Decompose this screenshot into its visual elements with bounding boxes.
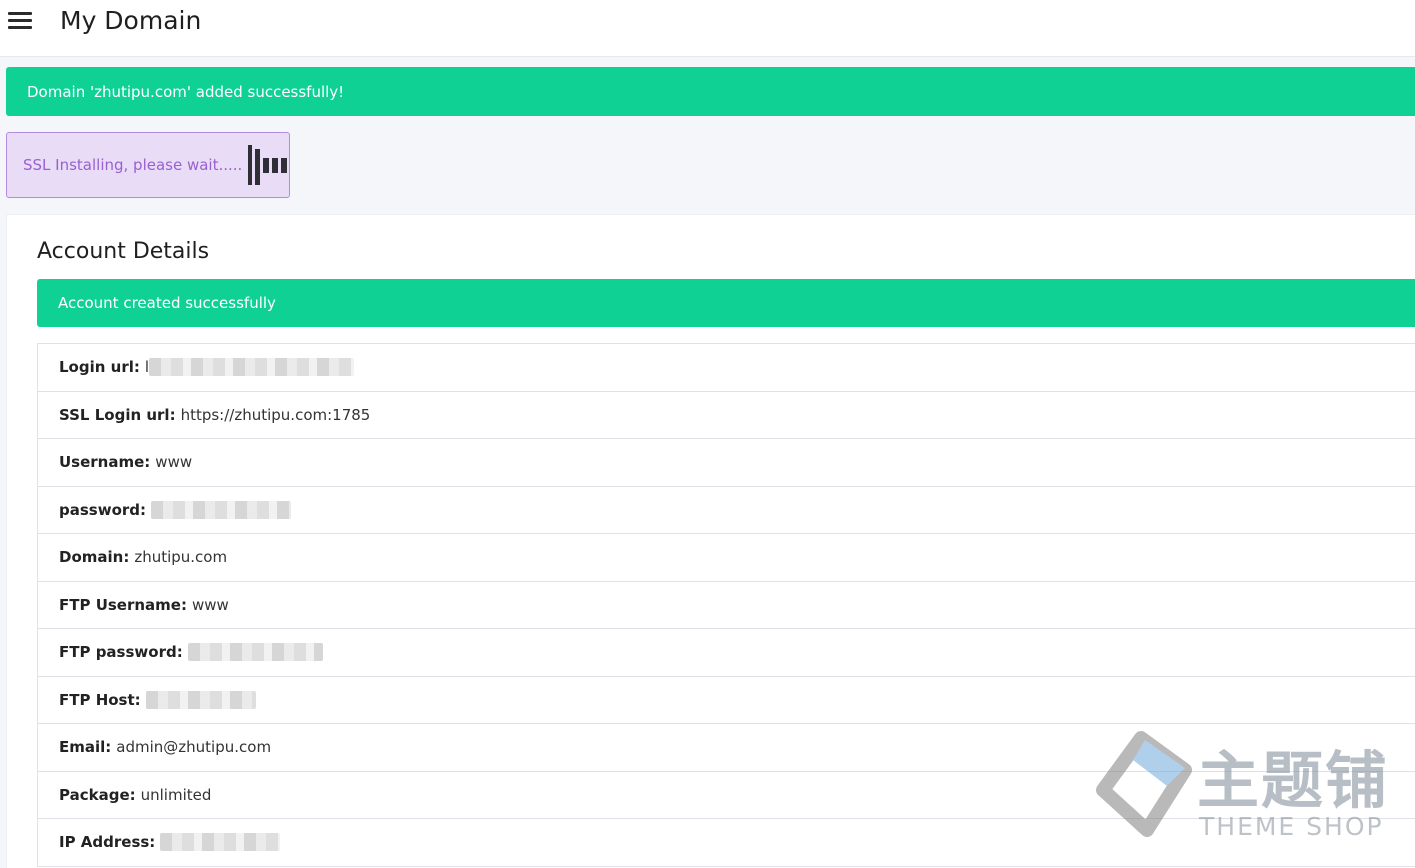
detail-label: FTP password: xyxy=(59,643,183,662)
detail-row-domain: Domain: zhutipu.com xyxy=(38,534,1415,582)
ssl-installing-notice: SSL Installing, please wait..... xyxy=(6,132,290,198)
detail-value: admin@zhutipu.com xyxy=(116,738,272,757)
detail-label: Username: xyxy=(59,453,151,472)
detail-row-ssl-login-url: SSL Login url: https://zhutipu.com:1785 xyxy=(38,392,1415,439)
domain-added-alert: Domain 'zhutipu.com' added successfully! xyxy=(6,67,1415,116)
detail-label: FTP Username: xyxy=(59,595,187,614)
detail-value: https://zhutipu.com:1785 xyxy=(180,405,371,424)
account-created-alert: Account created successfully xyxy=(37,279,1415,327)
detail-label: Domain: xyxy=(59,548,130,567)
detail-row-ftp-username: FTP Username: www xyxy=(38,582,1415,629)
loading-spinner-icon xyxy=(248,145,288,185)
detail-label: Package: xyxy=(59,785,136,804)
zhutipu-logo-icon xyxy=(1096,731,1192,837)
detail-label: password: xyxy=(59,500,147,519)
watermark-english-text: THEME SHOP xyxy=(1199,812,1384,841)
detail-value: www xyxy=(155,453,193,472)
watermark-chinese-text: 主题铺 xyxy=(1197,744,1390,817)
redacted-value xyxy=(187,643,323,662)
redacted-value xyxy=(160,833,281,852)
redacted-value xyxy=(151,500,292,519)
page-title: My Domain xyxy=(60,6,202,35)
detail-value: zhutipu.com xyxy=(134,548,228,567)
detail-label: IP Address: xyxy=(59,833,156,852)
top-bar: My Domain xyxy=(0,0,1415,57)
account-details-title: Account Details xyxy=(37,239,210,264)
detail-row-ftp-host: FTP Host: xyxy=(38,677,1415,724)
hamburger-menu-icon[interactable] xyxy=(8,12,34,32)
detail-row-ftp-password: FTP password: xyxy=(38,629,1415,677)
detail-value: www xyxy=(191,595,229,614)
detail-label: Email: xyxy=(59,738,112,757)
detail-row-login-url: Login url: l xyxy=(38,344,1415,392)
detail-row-password: password: xyxy=(38,487,1415,534)
redacted-value xyxy=(149,358,355,377)
redacted-value xyxy=(145,690,256,709)
detail-row-username: Username: www xyxy=(38,439,1415,487)
detail-label: Login url: xyxy=(59,358,140,377)
detail-value: unlimited xyxy=(140,785,212,804)
detail-label: FTP Host: xyxy=(59,690,141,709)
detail-label: SSL Login url: xyxy=(59,405,176,424)
watermark: 主题铺 THEME SHOP xyxy=(1093,730,1393,842)
ssl-status-text: SSL Installing, please wait..... xyxy=(23,156,243,174)
